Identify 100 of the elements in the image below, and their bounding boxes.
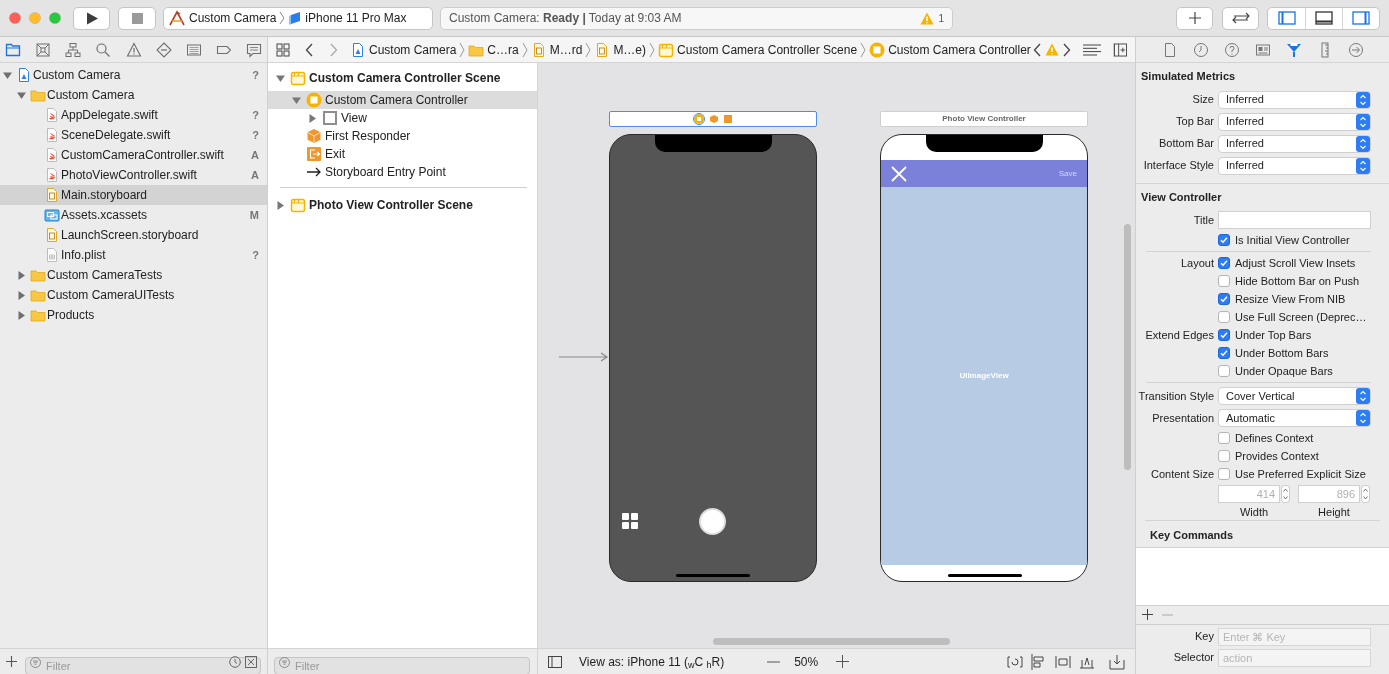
identity-inspector-icon[interactable] — [1254, 41, 1271, 58]
vertical-scrollbar[interactable] — [1124, 224, 1131, 470]
checkbox[interactable] — [1218, 450, 1230, 462]
text-field[interactable]: Enter ⌘ Key — [1218, 627, 1371, 646]
add-icon[interactable] — [6, 656, 17, 667]
checkbox[interactable] — [1218, 275, 1230, 287]
file-tree-item[interactable]: AppDelegate.swift ? — [0, 105, 267, 125]
popup-button[interactable]: Inferred — [1218, 156, 1371, 175]
checkbox-option[interactable]: Is Initial View Controller — [1218, 231, 1350, 249]
popup-button[interactable]: Inferred — [1218, 90, 1371, 109]
title-field[interactable] — [1218, 211, 1371, 229]
file-tree-item[interactable]: Custom CameraUITests — [0, 285, 267, 305]
checkbox[interactable] — [1218, 311, 1230, 323]
text-field[interactable]: action — [1218, 648, 1371, 667]
add-editor-icon[interactable] — [1113, 42, 1127, 57]
editor-mode-button[interactable] — [1222, 6, 1259, 30]
help-icon[interactable] — [1223, 41, 1240, 58]
pin-icon[interactable] — [1055, 653, 1071, 670]
symbols-tab-icon[interactable] — [65, 41, 82, 58]
checkbox-option[interactable]: Resize View From NIB — [1218, 290, 1346, 308]
checkbox-option[interactable]: Adjust Scroll View Insets — [1218, 254, 1356, 272]
checkbox-option[interactable]: Hide Bottom Bar on Push — [1218, 272, 1360, 290]
breadcrumb-item[interactable]: Custom Camera Controller — [869, 40, 1031, 59]
next-issue-icon[interactable] — [1063, 42, 1071, 57]
clock-icon[interactable] — [229, 655, 241, 668]
outline-item[interactable]: View — [268, 109, 537, 127]
checkbox-option[interactable]: Under Opaque Bars — [1218, 362, 1333, 380]
scene-dock[interactable] — [609, 111, 817, 127]
breadcrumb-item[interactable]: M…e) — [594, 40, 647, 59]
square-x-icon[interactable] — [245, 655, 257, 668]
breadcrumb-item[interactable]: C…ra — [468, 40, 519, 59]
stop-button[interactable] — [118, 6, 156, 30]
collapsed-triangle-icon[interactable] — [308, 113, 317, 123]
sidebar-toggle-icon[interactable] — [548, 655, 562, 668]
debug-tab-icon[interactable] — [185, 41, 202, 58]
file-tree-item[interactable]: Main.storyboard — [0, 185, 267, 205]
embed-icon[interactable] — [1109, 653, 1125, 670]
popup-button[interactable]: Inferred — [1218, 112, 1371, 131]
checked-checkbox[interactable] — [1218, 329, 1230, 341]
filter-field[interactable]: Filter — [25, 656, 261, 674]
zoom-out-icon[interactable] — [767, 660, 781, 663]
panel-segmented-control[interactable] — [1267, 6, 1380, 30]
checkbox[interactable] — [1218, 365, 1230, 377]
popup-button[interactable]: Automatic — [1218, 409, 1371, 427]
checked-checkbox[interactable] — [1218, 257, 1230, 269]
history-inspector-icon[interactable] — [1192, 41, 1209, 58]
file-tree-item[interactable]: Products — [0, 305, 267, 325]
outline-item[interactable]: Photo View Controller Scene — [268, 194, 537, 216]
run-button[interactable] — [73, 6, 110, 30]
search-icon[interactable] — [95, 41, 112, 58]
project-tab-icon[interactable] — [5, 41, 21, 58]
scene-dock[interactable]: Photo View Controller — [880, 111, 1088, 127]
collapsed-triangle-icon[interactable] — [276, 200, 285, 210]
checkbox-option[interactable]: Use Full Screen (Deprec… — [1218, 308, 1367, 326]
stepper-icon[interactable] — [1281, 485, 1290, 503]
back-icon[interactable] — [305, 42, 313, 57]
filter-field[interactable]: Filter — [274, 656, 530, 674]
horizontal-scrollbar[interactable] — [713, 638, 950, 645]
file-tree-item[interactable]: Custom Camera ? — [0, 65, 267, 85]
reports-tab-icon[interactable] — [246, 41, 262, 58]
file-tree-item[interactable]: LaunchScreen.storyboard — [0, 225, 267, 245]
attributes-inspector-icon[interactable] — [1285, 41, 1302, 58]
outline-item[interactable]: First Responder — [268, 127, 537, 145]
checkbox-option[interactable]: Under Bottom Bars — [1218, 344, 1329, 362]
expanded-triangle-icon[interactable] — [292, 95, 301, 105]
outline-item[interactable]: Custom Camera Controller Scene — [268, 67, 537, 89]
refresh-icon[interactable] — [1007, 653, 1023, 670]
file-tree-item[interactable]: SceneDelegate.swift ? — [0, 125, 267, 145]
breadcrumb-item[interactable]: M…rd — [530, 40, 583, 59]
scheme-selector[interactable]: Custom Camera iPhone 11 Pro Max — [163, 6, 433, 30]
add-icon[interactable] — [1142, 609, 1153, 620]
popup-button[interactable]: Inferred — [1218, 134, 1371, 153]
stepper-icon[interactable] — [1361, 485, 1370, 503]
device-configuration-button[interactable]: View as: iPhone 11 ($_{w}$C $_{h}$R) — [579, 652, 725, 671]
checkbox[interactable] — [1218, 468, 1230, 480]
outline-item[interactable]: Custom Camera Controller — [268, 91, 537, 109]
file-tree-item[interactable]: Info.plist ? — [0, 245, 267, 265]
checked-checkbox[interactable] — [1218, 293, 1230, 305]
checked-checkbox[interactable] — [1218, 234, 1230, 246]
outline-item[interactable]: Storyboard Entry Point — [268, 163, 537, 181]
checked-checkbox[interactable] — [1218, 347, 1230, 359]
outline-item[interactable]: Exit — [268, 145, 537, 163]
expanded-triangle-icon[interactable] — [276, 73, 285, 83]
popup-button[interactable]: Cover Vertical — [1218, 387, 1371, 405]
gallery-grid-icon[interactable] — [622, 513, 638, 529]
file-tree-item[interactable]: Assets.xcassets M — [0, 205, 267, 225]
shutter-button[interactable] — [699, 508, 726, 535]
checkbox-option[interactable]: Defines Context — [1218, 429, 1314, 447]
align-icon[interactable] — [1031, 653, 1047, 670]
close-button[interactable] — [9, 12, 21, 24]
checkbox[interactable] — [1218, 432, 1230, 444]
tests-tab-icon[interactable] — [155, 41, 172, 58]
checkbox-option[interactable]: Under Top Bars — [1218, 326, 1312, 344]
breadcrumb-item[interactable]: Custom Camera — [350, 40, 457, 59]
checkbox-option[interactable]: Provides Context — [1218, 447, 1319, 465]
lines-icon[interactable] — [1083, 43, 1101, 56]
breadcrumb-item[interactable]: Custom Camera Controller Scene — [658, 40, 858, 59]
related-items-icon[interactable] — [276, 42, 290, 57]
source-control-tab-icon[interactable] — [35, 41, 52, 58]
connections-inspector-icon[interactable] — [1347, 41, 1364, 58]
